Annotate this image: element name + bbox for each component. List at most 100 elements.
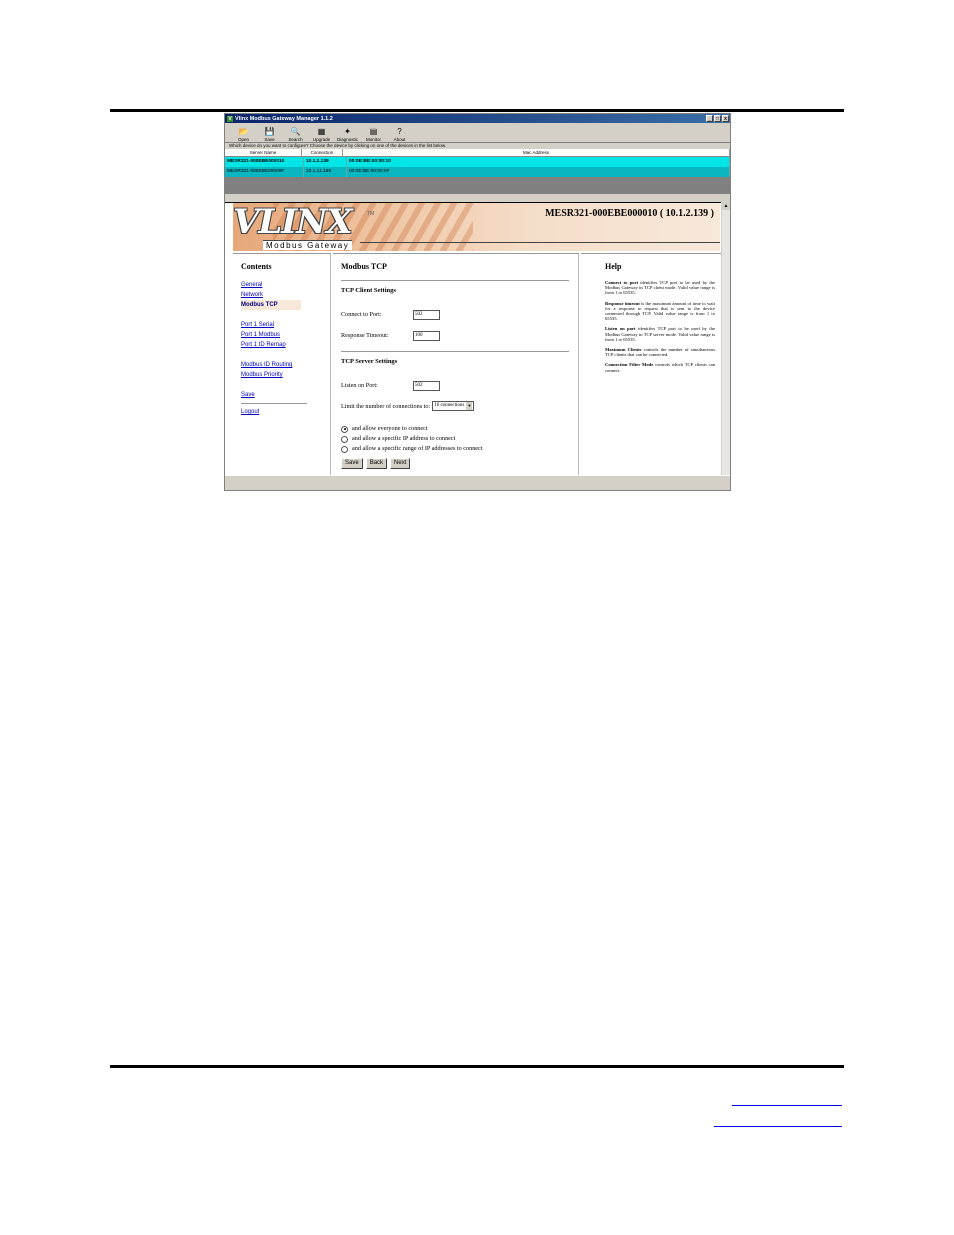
device-name: MESR321-000EBE00000F bbox=[225, 167, 304, 177]
toolbar-label: Upgrade bbox=[312, 137, 331, 142]
status-bar bbox=[225, 475, 730, 490]
radio-button[interactable] bbox=[341, 445, 348, 453]
toolbar-upgrade-button[interactable]: ▦ Upgrade bbox=[308, 127, 335, 142]
nav-divider bbox=[241, 403, 307, 404]
contents-nav: General Network Modbus TCP Port 1 Serial Por… bbox=[241, 280, 330, 417]
listen-port-input[interactable]: 502 bbox=[413, 380, 440, 391]
back-button[interactable]: Back bbox=[365, 458, 388, 469]
maximize-icon[interactable]: □ bbox=[714, 115, 721, 122]
monitor-icon: ▤ bbox=[369, 127, 378, 136]
filter-mode-radios: and allow everyone to connect and allow a… bbox=[341, 424, 578, 454]
toolbar-open-button[interactable]: 📂 Open bbox=[230, 127, 257, 142]
page-title: Modbus TCP bbox=[341, 262, 387, 271]
radio-label: and allow everyone to connect bbox=[352, 425, 428, 432]
toolbar-diagnostic-button[interactable]: ✦ Diagnostic bbox=[334, 127, 361, 142]
device-mac: 00:0E:BE:00:00:10 bbox=[347, 157, 730, 167]
help-paragraph: Connection Filter Mode controls which TC… bbox=[605, 362, 715, 372]
search-icon: 🔍 bbox=[290, 127, 301, 136]
save-button[interactable]: Save bbox=[341, 458, 363, 469]
toolbar-save-button[interactable]: 💾 Save bbox=[256, 127, 283, 142]
toolbar-label: Monitor bbox=[365, 137, 381, 142]
limit-connections-select[interactable]: 16 connections ▼ bbox=[432, 401, 475, 411]
filter-mode-option[interactable]: and allow a specific IP address to conne… bbox=[341, 434, 578, 444]
help-paragraph: Response timeout is the maximum amount o… bbox=[605, 301, 715, 322]
app-logo-icon: V bbox=[227, 115, 233, 122]
settings-panel: Modbus TCP TCP Client Settings Connect t… bbox=[333, 253, 579, 477]
nav-link-logout[interactable]: Logout bbox=[241, 407, 330, 417]
banner-divider bbox=[360, 242, 720, 243]
device-mac: 00:0E:BE:00:00:0F bbox=[347, 167, 730, 177]
close-icon[interactable]: x bbox=[722, 115, 729, 122]
radio-button[interactable] bbox=[341, 425, 348, 433]
toolbar-label: Search bbox=[288, 137, 303, 142]
scroll-up-icon[interactable]: ▲ bbox=[722, 202, 730, 210]
nav-link-port-1-id-remap[interactable]: Port 1 ID Remap bbox=[241, 340, 330, 350]
nav-link-modbus-priority[interactable]: Modbus Priority bbox=[241, 370, 330, 380]
help-question-icon: ? bbox=[397, 127, 402, 136]
window-title: Vlinx Modbus Gateway Manager 1.1.2 bbox=[235, 115, 333, 122]
limit-connections-value: 16 connections bbox=[434, 403, 465, 408]
vertical-scrollbar[interactable]: ▲ bbox=[721, 202, 730, 476]
title-bar: V Vlinx Modbus Gateway Manager 1.1.2 _ □… bbox=[225, 114, 730, 123]
connect-port-input[interactable]: 502 bbox=[413, 309, 440, 320]
toolbar: 📂 Open 💾 Save 🔍 Search ▦ Upgrade ✦ Diagnostic ▤ Mon… bbox=[225, 123, 730, 143]
device-name: MESR321-000EBE000010 bbox=[225, 157, 304, 167]
help-paragraph: Listen on port identifies TCP port to be… bbox=[605, 326, 715, 342]
filter-mode-option[interactable]: and allow a specific range of IP address… bbox=[341, 444, 578, 454]
response-timeout-label: Response Timeout: bbox=[341, 332, 389, 339]
divider bbox=[341, 280, 569, 281]
filter-mode-option[interactable]: and allow everyone to connect bbox=[341, 424, 578, 434]
device-row[interactable]: MESR321-000EBE000010 10.1.2.139 00:0E:BE… bbox=[225, 157, 730, 167]
server-settings-heading: TCP Server Settings bbox=[341, 358, 398, 365]
open-folder-icon: 📂 bbox=[238, 127, 249, 136]
connect-port-label: Connect to Port: bbox=[341, 311, 382, 318]
nav-link-general[interactable]: General bbox=[241, 280, 330, 290]
help-text: Connect to port identifies TCP port to b… bbox=[605, 280, 715, 373]
toolbar-search-button[interactable]: 🔍 Search bbox=[282, 127, 309, 142]
toolbar-label: Open bbox=[237, 137, 249, 142]
column-mac-address[interactable]: Mac Address bbox=[343, 149, 730, 156]
device-row[interactable]: MESR321-000EBE00000F 10.1.11.199 00:0E:B… bbox=[225, 167, 730, 177]
nav-link-port-1-serial[interactable]: Port 1 Serial bbox=[241, 320, 330, 330]
vlinx-banner: VLINX TM Modbus Gateway MESR321-000EBE00… bbox=[233, 203, 720, 251]
diagnostic-icon: ✦ bbox=[344, 127, 351, 136]
contents-panel: Contents General Network Modbus TCP Port 1 … bbox=[233, 253, 331, 477]
save-disk-icon: 💾 bbox=[264, 127, 275, 136]
column-connection[interactable]: Connection bbox=[302, 149, 343, 156]
divider bbox=[341, 351, 569, 352]
help-heading: Help bbox=[605, 262, 622, 271]
nav-link-port-1-modbus[interactable]: Port 1 Modbus bbox=[241, 330, 330, 340]
help-paragraph: Maximum Clients controls the number of s… bbox=[605, 347, 715, 357]
nav-link-modbus-id-routing[interactable]: Modbus ID Routing bbox=[241, 360, 330, 370]
nav-link-save[interactable]: Save bbox=[241, 390, 330, 400]
radio-button[interactable] bbox=[341, 435, 348, 443]
nav-link-network[interactable]: Network bbox=[241, 290, 330, 300]
chevron-down-icon[interactable]: ▼ bbox=[466, 402, 473, 410]
footer-link[interactable] bbox=[714, 1116, 842, 1127]
radio-label: and allow a specific range of IP address… bbox=[352, 445, 483, 452]
next-button[interactable]: Next bbox=[390, 458, 411, 469]
toolbar-about-button[interactable]: ? About bbox=[386, 127, 413, 142]
app-window: V Vlinx Modbus Gateway Manager 1.1.2 _ □… bbox=[224, 113, 731, 491]
form-buttons: Save Back Next bbox=[341, 458, 578, 469]
window-controls: _ □ x bbox=[706, 115, 730, 122]
response-timeout-row: Response Timeout: 100 bbox=[341, 325, 578, 346]
toolbar-monitor-button[interactable]: ▤ Monitor bbox=[360, 127, 387, 142]
trademark-mark: TM bbox=[367, 211, 375, 217]
contents-heading: Contents bbox=[241, 262, 272, 271]
toolbar-label: About bbox=[393, 137, 406, 142]
response-timeout-input[interactable]: 100 bbox=[413, 330, 440, 341]
limit-connections-label: Limit the number of connections to: bbox=[341, 402, 431, 410]
minimize-icon[interactable]: _ bbox=[706, 115, 713, 122]
device-list-empty-area bbox=[225, 177, 730, 194]
column-server-name[interactable]: Server Name bbox=[225, 149, 302, 156]
connect-port-row: Connect to Port: 502 bbox=[341, 304, 578, 325]
nav-link-modbus-tcp[interactable]: Modbus TCP bbox=[241, 300, 301, 310]
vlinx-logo: VLINX bbox=[233, 203, 353, 242]
footer-link[interactable] bbox=[732, 1095, 842, 1106]
help-paragraph: Connect to port identifies TCP port to b… bbox=[605, 280, 715, 296]
upgrade-icon: ▦ bbox=[317, 127, 326, 136]
client-settings-heading: TCP Client Settings bbox=[341, 287, 396, 294]
listen-port-row: Listen on Port: 502 bbox=[341, 375, 578, 396]
toolbar-label: Save bbox=[264, 137, 275, 142]
